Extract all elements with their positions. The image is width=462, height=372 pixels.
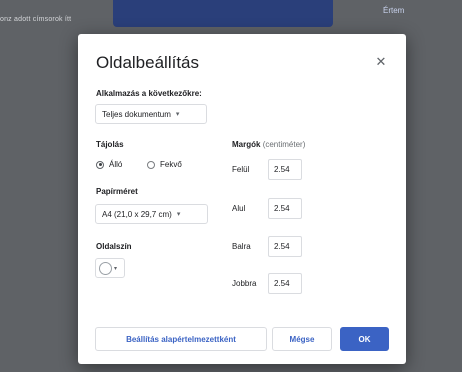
paper-size-value: A4 (21,0 x 29,7 cm) (102, 209, 172, 219)
set-default-button[interactable]: Beállítás alapértelmezettként (95, 327, 267, 351)
chevron-down-icon: ▾ (175, 111, 180, 118)
apply-to-dropdown[interactable]: Teljes dokumentum ▾ (95, 104, 207, 124)
color-swatch (99, 261, 112, 275)
margin-right-input[interactable] (268, 273, 302, 294)
background-banner: Értem (113, 0, 404, 27)
banner-button: Értem (383, 6, 405, 15)
margin-bottom-label: Alul (232, 204, 246, 213)
ok-button[interactable]: OK (340, 327, 389, 351)
orientation-label: Tájolás (96, 140, 124, 149)
chevron-down-icon: ▾ (114, 265, 118, 272)
page-color-label: Oldalszín (96, 242, 132, 251)
margin-left-input[interactable] (268, 236, 302, 257)
margin-bottom-input[interactable] (268, 198, 302, 219)
paper-size-dropdown[interactable]: A4 (21,0 x 29,7 cm) ▾ (95, 204, 208, 224)
margins-label: Margók (centiméter) (232, 140, 305, 149)
orientation-landscape-label: Fekvő (160, 160, 182, 169)
dialog-title: Oldalbeállítás (96, 53, 200, 72)
page-color-picker[interactable]: ▾ (95, 258, 125, 278)
apply-to-label: Alkalmazás a következőkre: (96, 89, 202, 98)
apply-to-value: Teljes dokumentum (102, 109, 171, 119)
margin-right-label: Jobbra (232, 279, 257, 288)
margin-top-input[interactable] (268, 159, 302, 180)
orientation-portrait-radio[interactable]: Álló (96, 160, 122, 169)
radio-selected-icon (96, 160, 104, 169)
page-setup-dialog: Oldalbeállítás ✕ Alkalmazás a következők… (78, 34, 406, 364)
close-icon[interactable]: ✕ (374, 54, 388, 70)
margin-left-label: Balra (232, 242, 251, 251)
margin-top-label: Felül (232, 165, 250, 174)
margins-unit: (centiméter) (262, 140, 306, 149)
orientation-portrait-label: Álló (109, 160, 123, 169)
paper-size-label: Papírméret (96, 187, 138, 196)
radio-unselected-icon (147, 160, 155, 169)
cancel-button[interactable]: Mégse (272, 327, 332, 351)
background-document-text: onz adott címsorok ítt (0, 16, 72, 23)
orientation-landscape-radio[interactable]: Fekvő (147, 160, 182, 169)
chevron-down-icon: ▾ (176, 211, 181, 218)
margins-title: Margók (232, 140, 261, 149)
